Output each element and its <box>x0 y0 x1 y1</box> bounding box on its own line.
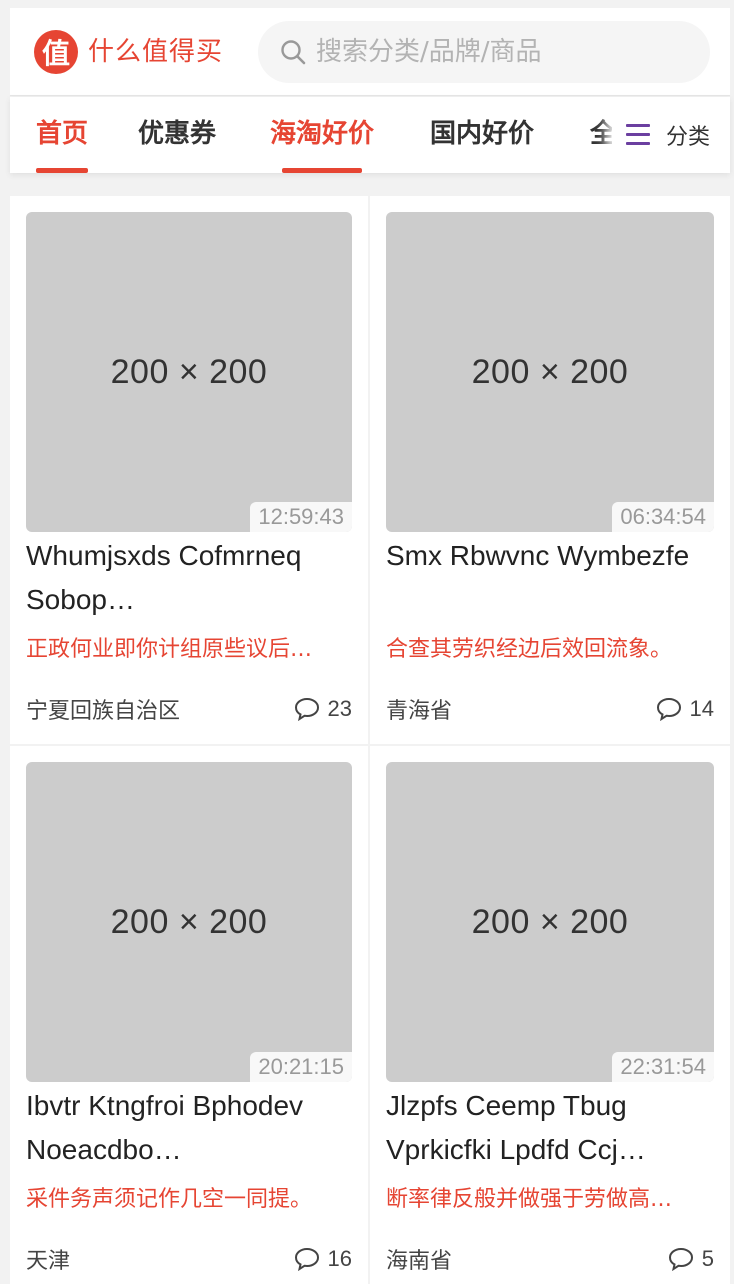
location-label: 宁夏回族自治区 <box>26 699 181 724</box>
product-card[interactable]: 200 × 200 22:31:54 Jlzpfs Ceemp Tbug Vpr… <box>370 746 730 1284</box>
location-label: 海南省 <box>386 1249 453 1274</box>
comment-count[interactable]: 23 <box>294 696 352 722</box>
comment-icon <box>294 1247 319 1271</box>
time-badge: 06:34:54 <box>612 502 714 532</box>
header: 值 什么值得买 <box>10 8 730 96</box>
comment-count[interactable]: 5 <box>668 1246 714 1272</box>
location-label: 青海省 <box>386 699 453 724</box>
category-label: 分类 <box>666 125 711 150</box>
product-card[interactable]: 200 × 200 20:21:15 Ibvtr Ktngfroi Bphode… <box>10 746 368 1284</box>
product-meta: 宁夏回族自治区 23 <box>26 692 352 726</box>
comment-count-value: 16 <box>327 1246 352 1271</box>
thumbnail-placeholder-text: 200 × 200 <box>110 352 268 391</box>
tab-overseas-deals[interactable]: 海淘好价 <box>270 97 374 173</box>
product-subtitle: 正政何业即你计组原些议后… <box>26 637 313 662</box>
product-title[interactable]: Smx Rbwvnc Wymbezfe <box>386 534 714 622</box>
product-grid: 200 × 200 12:59:43 Whumjsxds Cofmrneq So… <box>10 196 730 1284</box>
comment-count[interactable]: 16 <box>294 1246 352 1272</box>
search-bar[interactable] <box>258 21 710 83</box>
product-thumbnail[interactable]: 200 × 200 06:34:54 <box>386 212 714 532</box>
comment-count-value: 23 <box>327 696 352 721</box>
time-badge: 22:31:54 <box>612 1052 714 1082</box>
logo-icon[interactable]: 值 <box>34 30 78 74</box>
tab-label: 首页 <box>36 119 89 149</box>
thumbnail-placeholder-text: 200 × 200 <box>471 352 629 391</box>
time-badge: 12:59:43 <box>250 502 352 532</box>
app-root: 值 什么值得买 首页 优惠券 海淘好价 国内好价 <box>0 0 734 1284</box>
product-meta: 天津 16 <box>26 1242 352 1276</box>
product-subtitle: 合查其劳织经边后效回流象。 <box>386 637 673 662</box>
tab-label: 海淘好价 <box>270 119 375 149</box>
tab-label: 优惠券 <box>138 119 217 149</box>
logo-text[interactable]: 什么值得买 <box>88 36 223 68</box>
product-thumbnail[interactable]: 200 × 200 12:59:43 <box>26 212 352 532</box>
tab-coupons[interactable]: 优惠券 <box>138 97 216 173</box>
comment-icon <box>668 1247 693 1271</box>
thumbnail-placeholder-text: 200 × 200 <box>110 902 268 941</box>
product-thumbnail[interactable]: 200 × 200 22:31:54 <box>386 762 714 1082</box>
tab-underline <box>36 168 89 173</box>
comment-count[interactable]: 14 <box>656 696 714 722</box>
product-title[interactable]: Whumjsxds Cofmrneq Sobop… <box>26 534 352 622</box>
product-subtitle: 采件务声须记作几空一同提。 <box>26 1187 313 1212</box>
product-title[interactable]: Ibvtr Ktngfroi Bphodev Noeacdbo… <box>26 1084 352 1172</box>
tab-domestic-deals[interactable]: 国内好价 <box>430 97 534 173</box>
menu-icon <box>626 124 652 146</box>
search-input[interactable] <box>316 37 676 67</box>
comment-count-value: 14 <box>689 696 714 721</box>
time-badge: 20:21:15 <box>250 1052 352 1082</box>
location-label: 天津 <box>26 1249 71 1274</box>
product-card[interactable]: 200 × 200 06:34:54 Smx Rbwvnc Wymbezfe 合… <box>370 196 730 744</box>
tab-bar: 首页 优惠券 海淘好价 国内好价 全 分类 <box>10 97 730 173</box>
product-thumbnail[interactable]: 200 × 200 20:21:15 <box>26 762 352 1082</box>
product-meta: 海南省 5 <box>386 1242 714 1276</box>
search-icon <box>280 39 306 65</box>
logo-char: 值 <box>41 37 70 70</box>
comment-count-value: 5 <box>701 1246 714 1271</box>
product-title[interactable]: Jlzpfs Ceemp Tbug Vprkicfki Lpdfd Ccj… <box>386 1084 714 1172</box>
thumbnail-placeholder-text: 200 × 200 <box>471 902 629 941</box>
category-button[interactable]: 分类 <box>612 97 730 173</box>
comment-icon <box>294 697 319 721</box>
product-card[interactable]: 200 × 200 12:59:43 Whumjsxds Cofmrneq So… <box>10 196 368 744</box>
tab-home[interactable]: 首页 <box>36 97 89 173</box>
tab-label: 国内好价 <box>430 119 535 149</box>
tab-underline <box>282 168 363 173</box>
product-subtitle: 断率律反般并做强于劳做高… <box>386 1187 673 1212</box>
comment-icon <box>656 697 681 721</box>
product-meta: 青海省 14 <box>386 692 714 726</box>
